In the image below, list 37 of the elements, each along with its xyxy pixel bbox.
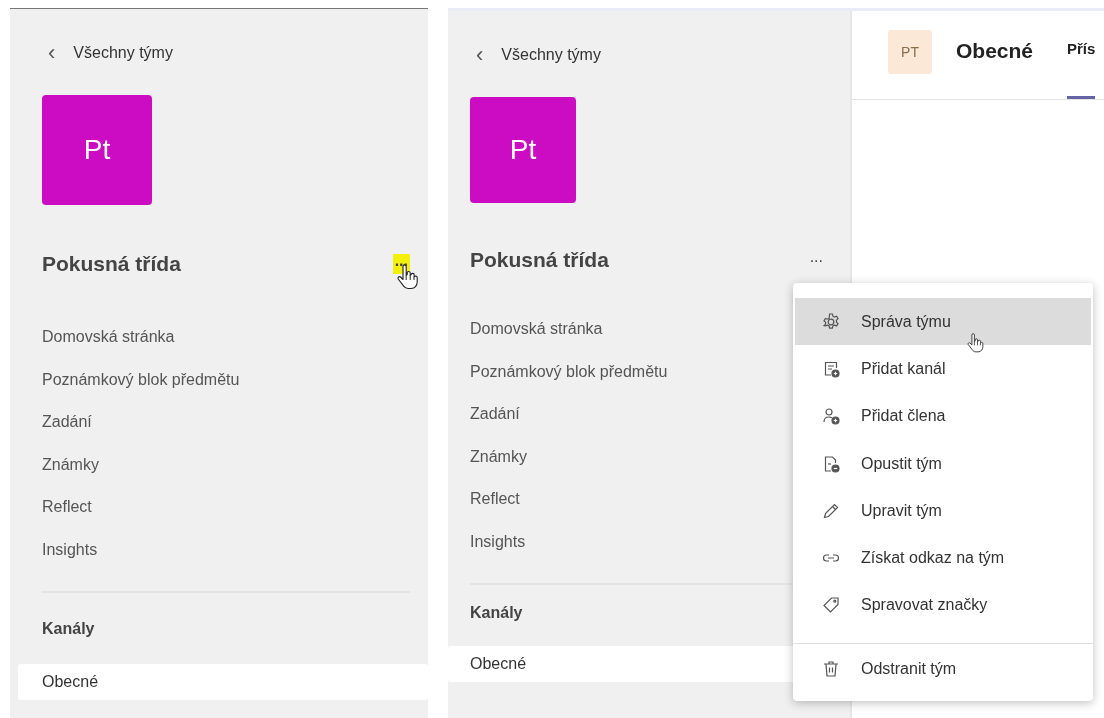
tab[interactable]: Přís [1067,11,1096,99]
menu-item[interactable]: Spravovat značky [795,581,1091,630]
more-options-button[interactable]: ... [807,250,825,270]
menu-item[interactable]: Přidat člena [795,392,1091,440]
nav-item[interactable]: Insights [470,520,526,563]
add-person-icon [821,406,841,427]
trash-icon [821,658,841,679]
section-heading: Kanály [42,619,96,639]
menu-item[interactable]: Upravit tým [795,487,1091,535]
hand-cursor-icon [965,333,985,353]
back-link[interactable]: ‹ Všechny týmy [470,43,825,67]
channel-title: Obecné [956,39,1034,63]
hand-cursor-icon [396,264,418,290]
nav-item[interactable]: Zadání [42,401,92,444]
nav-item[interactable]: Reflect [42,486,92,529]
tag-icon [821,595,841,616]
nav-item[interactable]: Zadání [470,393,520,436]
nav-item[interactable]: Domovská stránka [470,308,603,351]
nav-item[interactable]: Poznámkový blok předmětu [42,358,240,401]
menu-item[interactable]: Opustit tým [795,439,1091,488]
section-heading: Kanály [470,603,524,623]
nav-item[interactable]: Reflect [470,478,520,521]
channel-avatar: PT [888,30,932,74]
team-name: Pokusná třída [42,252,181,276]
channel-item[interactable]: Obecné [18,664,428,700]
nav-item[interactable]: Insights [42,528,98,571]
nav-item[interactable]: Domovská stránka [42,316,175,359]
menu-item[interactable]: Získat odkaz na tým [795,534,1091,582]
back-link[interactable]: ‹ Všechny týmy [42,41,410,65]
team-avatar: Pt [470,97,576,203]
nav-item[interactable]: Poznámkový blok předmětu [470,350,668,393]
nav-item[interactable]: Známky [42,443,99,486]
settings-icon [821,311,841,332]
team-name: Pokusná třída [470,248,609,272]
team-avatar: Pt [42,95,152,205]
nav-item[interactable]: Známky [470,435,527,478]
menu-item[interactable]: Přidat kanál [795,345,1091,393]
